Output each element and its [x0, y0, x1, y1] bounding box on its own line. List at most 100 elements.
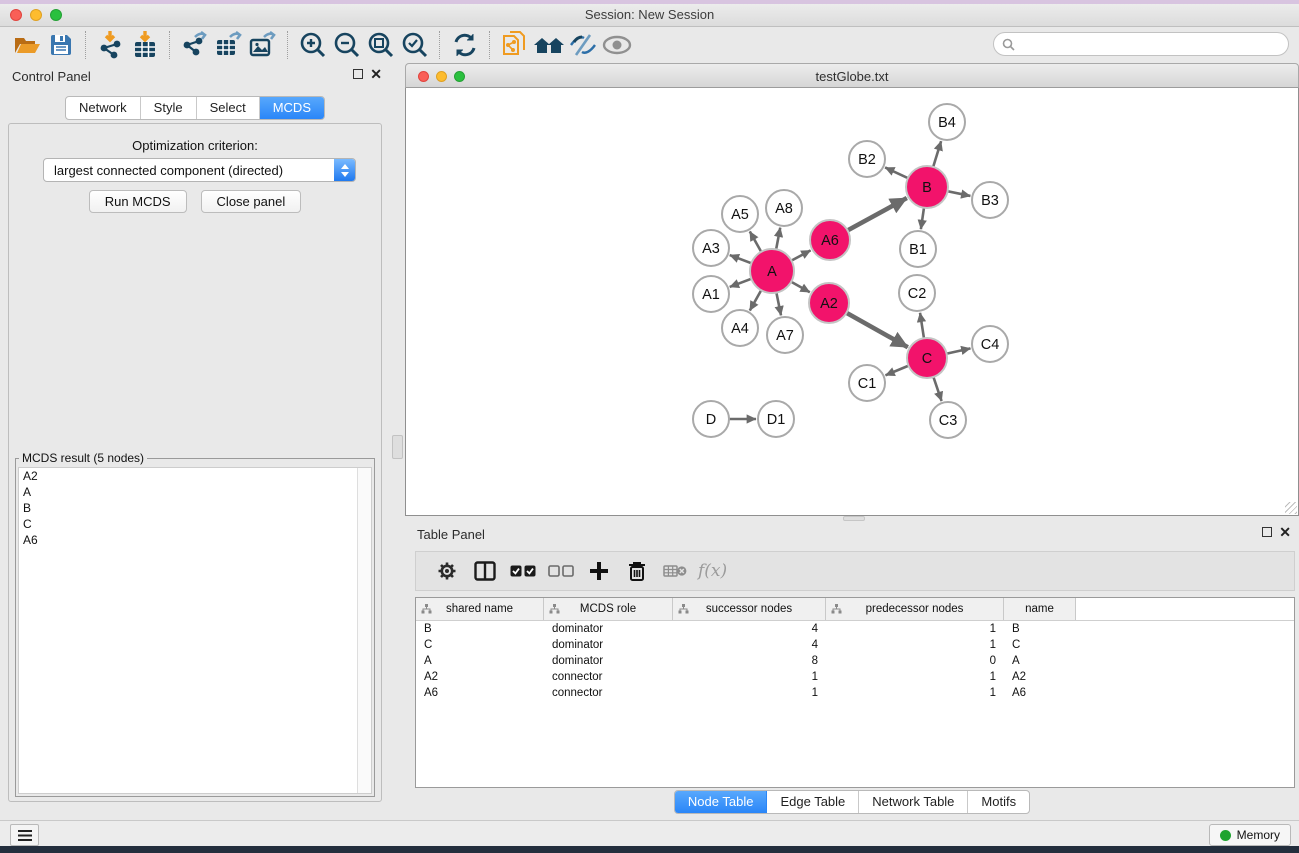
- split-columns-icon[interactable]: [466, 556, 504, 586]
- export-table-icon[interactable]: [212, 30, 246, 60]
- delete-column-icon[interactable]: [618, 556, 656, 586]
- result-list-item[interactable]: C: [19, 516, 371, 532]
- graph-node-B3[interactable]: B3: [972, 182, 1008, 218]
- criterion-dropdown[interactable]: largest connected component (directed): [43, 158, 356, 182]
- zoom-out-icon[interactable]: [330, 30, 364, 60]
- reset-views-icon[interactable]: [532, 30, 566, 60]
- export-image-icon[interactable]: [246, 30, 280, 60]
- table-cell[interactable]: connector: [544, 687, 673, 699]
- table-cell[interactable]: A: [416, 655, 544, 667]
- table-cell[interactable]: 1: [673, 671, 826, 683]
- delete-table-icon[interactable]: [656, 556, 694, 586]
- result-list-item[interactable]: A2: [19, 468, 371, 484]
- graph-node-A2[interactable]: A2: [809, 283, 849, 323]
- table-cell[interactable]: 1: [826, 687, 1004, 699]
- export-network-icon[interactable]: [178, 30, 212, 60]
- table-cell[interactable]: A2: [1004, 671, 1076, 683]
- graph-node-A1[interactable]: A1: [693, 276, 729, 312]
- table-cell[interactable]: 1: [826, 671, 1004, 683]
- table-cell[interactable]: 1: [673, 687, 826, 699]
- table-cell[interactable]: B: [416, 623, 544, 635]
- zoom-selected-icon[interactable]: [398, 30, 432, 60]
- tab-network-table[interactable]: Network Table: [859, 791, 968, 813]
- table-cell[interactable]: C: [1004, 639, 1076, 651]
- add-column-icon[interactable]: [580, 556, 618, 586]
- table-cell[interactable]: C: [416, 639, 544, 651]
- vertical-splitter[interactable]: [390, 63, 405, 820]
- graph-node-B2[interactable]: B2: [849, 141, 885, 177]
- column-header[interactable]: predecessor nodes: [826, 598, 1004, 620]
- node-table[interactable]: shared nameMCDS rolesuccessor nodesprede…: [415, 597, 1295, 788]
- result-scrollbar[interactable]: [357, 468, 371, 793]
- table-row[interactable]: Adominator80A: [416, 653, 1294, 669]
- float-table-panel-icon[interactable]: [1262, 527, 1272, 537]
- graph-node-C1[interactable]: C1: [849, 365, 885, 401]
- graph-node-A7[interactable]: A7: [767, 317, 803, 353]
- table-cell[interactable]: 1: [826, 639, 1004, 651]
- graph-node-A[interactable]: A: [750, 249, 794, 293]
- column-header[interactable]: name: [1004, 598, 1076, 620]
- table-cell[interactable]: dominator: [544, 655, 673, 667]
- table-cell[interactable]: 4: [673, 639, 826, 651]
- close-panel-button[interactable]: Close panel: [201, 190, 302, 213]
- task-history-button[interactable]: [10, 824, 39, 846]
- function-builder-icon[interactable]: f(x): [698, 561, 727, 581]
- graph-node-A6[interactable]: A6: [810, 220, 850, 260]
- graph-node-A4[interactable]: A4: [722, 310, 758, 346]
- resize-grip-icon[interactable]: [1285, 502, 1297, 514]
- graph-node-B1[interactable]: B1: [900, 231, 936, 267]
- graph-node-D[interactable]: D: [693, 401, 729, 437]
- close-panel-icon[interactable]: ✕: [370, 68, 382, 80]
- table-cell[interactable]: 1: [826, 623, 1004, 635]
- table-cell[interactable]: A2: [416, 671, 544, 683]
- table-row[interactable]: Cdominator41C: [416, 637, 1294, 653]
- table-settings-icon[interactable]: [428, 556, 466, 586]
- tab-mcds[interactable]: MCDS: [260, 97, 324, 119]
- tab-select[interactable]: Select: [197, 97, 260, 119]
- table-cell[interactable]: A: [1004, 655, 1076, 667]
- memory-button[interactable]: Memory: [1209, 824, 1291, 846]
- graph-node-D1[interactable]: D1: [758, 401, 794, 437]
- graph-node-A5[interactable]: A5: [722, 196, 758, 232]
- splitter-handle[interactable]: [392, 435, 403, 459]
- table-cell[interactable]: 0: [826, 655, 1004, 667]
- result-list-item[interactable]: B: [19, 500, 371, 516]
- show-all-icon[interactable]: [600, 30, 634, 60]
- table-cell[interactable]: dominator: [544, 639, 673, 651]
- search-input[interactable]: [1020, 36, 1288, 52]
- column-header[interactable]: shared name: [416, 598, 544, 620]
- table-cell[interactable]: connector: [544, 671, 673, 683]
- zoom-in-icon[interactable]: [296, 30, 330, 60]
- table-cell[interactable]: B: [1004, 623, 1076, 635]
- graph-node-C3[interactable]: C3: [930, 402, 966, 438]
- close-table-panel-icon[interactable]: ✕: [1279, 526, 1291, 538]
- table-cell[interactable]: A6: [416, 687, 544, 699]
- run-mcds-button[interactable]: Run MCDS: [89, 190, 187, 213]
- table-row[interactable]: A2connector11A2: [416, 669, 1294, 685]
- tab-node-table[interactable]: Node Table: [675, 791, 768, 813]
- tab-style[interactable]: Style: [141, 97, 197, 119]
- result-list-item[interactable]: A6: [19, 532, 371, 548]
- apply-layout-icon[interactable]: [448, 30, 482, 60]
- tab-network[interactable]: Network: [66, 97, 141, 119]
- network-from-selection-icon[interactable]: [498, 30, 532, 60]
- graph-node-C[interactable]: C: [907, 338, 947, 378]
- search-field[interactable]: [993, 32, 1289, 56]
- import-table-icon[interactable]: [128, 30, 162, 60]
- mcds-result-list[interactable]: A2ABCA6: [18, 467, 372, 794]
- graph-node-C4[interactable]: C4: [972, 326, 1008, 362]
- table-row[interactable]: A6connector11A6: [416, 685, 1294, 701]
- graph-node-C2[interactable]: C2: [899, 275, 935, 311]
- tab-motifs[interactable]: Motifs: [968, 791, 1029, 813]
- hide-selected-icon[interactable]: [566, 30, 600, 60]
- graph-node-B4[interactable]: B4: [929, 104, 965, 140]
- fit-content-icon[interactable]: [364, 30, 398, 60]
- select-all-icon[interactable]: [504, 556, 542, 586]
- network-window-titlebar[interactable]: testGlobe.txt: [405, 63, 1299, 88]
- open-session-icon[interactable]: [10, 30, 44, 60]
- graph-node-B[interactable]: B: [906, 166, 948, 208]
- column-header[interactable]: successor nodes: [673, 598, 826, 620]
- graph-node-A8[interactable]: A8: [766, 190, 802, 226]
- result-list-item[interactable]: A: [19, 484, 371, 500]
- save-session-icon[interactable]: [44, 30, 78, 60]
